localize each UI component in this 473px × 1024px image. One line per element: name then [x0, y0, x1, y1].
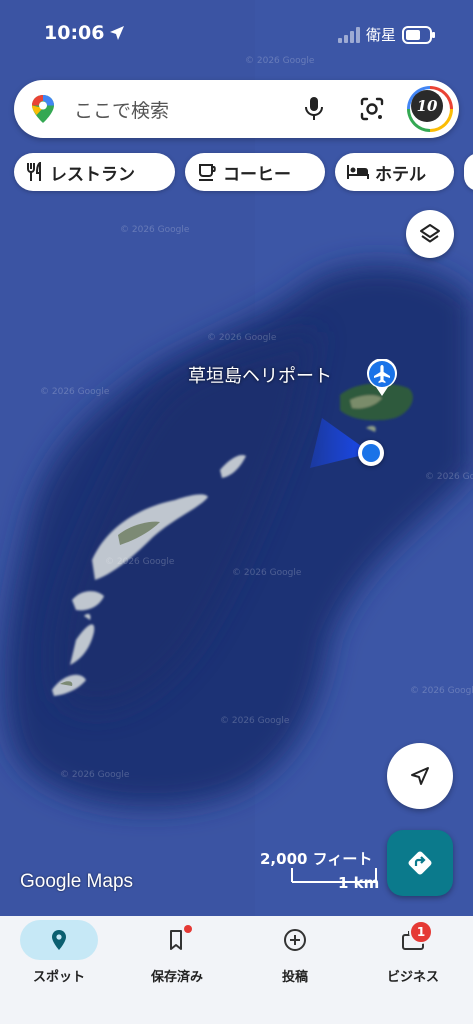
google-maps-pin-icon: [32, 95, 54, 123]
chip-hotel[interactable]: ホテル: [335, 153, 454, 191]
chip-restaurant[interactable]: レストラン: [14, 153, 175, 191]
airplane-icon[interactable]: [366, 358, 398, 401]
layers-button[interactable]: [406, 210, 454, 258]
microphone-icon[interactable]: [304, 96, 324, 122]
map-watermark: © 2026 Google: [40, 387, 110, 397]
bottom-navigation: スポット 保存済み 投稿 1 ビジネス: [0, 916, 473, 1024]
nav-post-label: 投稿: [281, 970, 308, 985]
nav-post[interactable]: 投稿: [236, 916, 354, 1024]
map-watermark: © 2026 Google: [207, 333, 277, 343]
directions-icon: [408, 851, 432, 875]
saved-notification-dot: [184, 925, 192, 933]
poi-label[interactable]: 草垣島ヘリポート: [188, 362, 332, 388]
directions-button[interactable]: [387, 830, 453, 896]
location-pin-icon: [20, 920, 98, 960]
carrier-label: 衛星: [366, 26, 397, 44]
nav-saved-label: 保存済み: [150, 970, 203, 985]
layers-icon: [420, 224, 440, 243]
search-input[interactable]: ここで検索: [74, 96, 169, 123]
battery-icon: [402, 26, 435, 44]
nav-business[interactable]: 1 ビジネス: [354, 916, 472, 1024]
fork-knife-icon: [26, 162, 44, 182]
nav-business-label: ビジネス: [386, 970, 439, 985]
bookmark-icon: [138, 920, 216, 960]
add-circle-icon: [256, 920, 334, 960]
map-watermark: © 2026 Google: [410, 686, 473, 696]
map-watermark: © 2026 Google: [105, 557, 175, 567]
coffee-cup-icon: [197, 162, 217, 182]
nav-spot-label: スポット: [32, 970, 85, 985]
chip-hotel-label: ホテル: [375, 164, 426, 185]
google-lens-icon[interactable]: [359, 96, 385, 122]
chip-coffee-label: コーヒー: [223, 164, 291, 185]
google-maps-logo: Google Maps: [20, 871, 134, 892]
map-watermark: © 2026 Google: [220, 716, 290, 726]
nav-saved[interactable]: 保存済み: [118, 916, 236, 1024]
bed-icon: [347, 163, 369, 181]
map-watermark: © 2026 Google: [232, 568, 302, 578]
my-location-button[interactable]: [387, 743, 453, 809]
search-bar[interactable]: ここで検索 10: [14, 80, 459, 138]
business-badge: 1: [409, 920, 433, 944]
map-watermark: © 2026 Google: [60, 770, 130, 780]
map-watermark: © 2026 Google: [425, 472, 473, 482]
status-bar: 10:06 衛星: [0, 0, 473, 70]
signal-icon: [338, 27, 360, 43]
chip-coffee[interactable]: コーヒー: [185, 153, 325, 191]
status-time: 10:06: [44, 22, 105, 44]
map-watermark: © 2026 Google: [120, 225, 190, 235]
scale-metric: 1 km: [338, 874, 380, 892]
chip-restaurant-label: レストラン: [50, 164, 135, 185]
current-location-dot: [358, 440, 384, 466]
avatar-image: 10: [411, 90, 443, 122]
nav-spot[interactable]: スポット: [0, 916, 118, 1024]
account-avatar[interactable]: 10: [407, 86, 453, 132]
location-arrow-icon: [110, 26, 124, 40]
navigation-arrow-icon: [411, 767, 429, 785]
